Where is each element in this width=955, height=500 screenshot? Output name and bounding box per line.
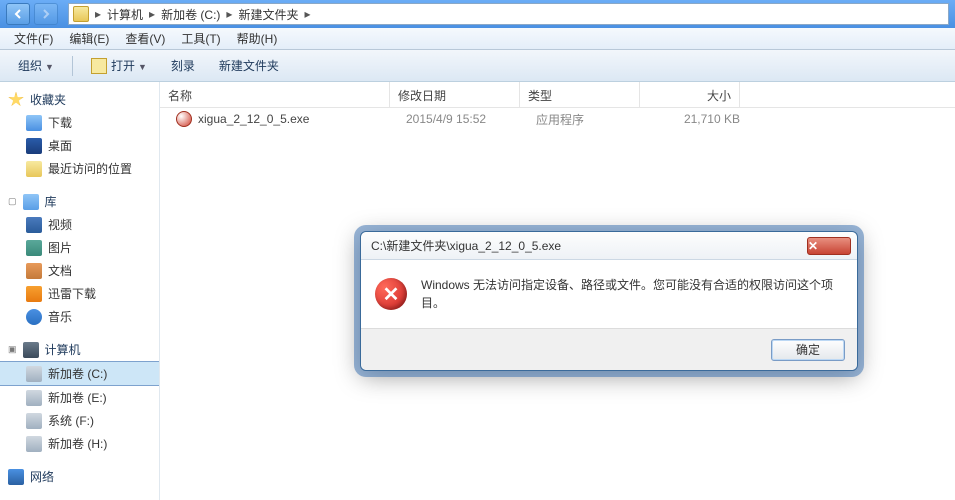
drive-icon bbox=[26, 390, 42, 406]
recent-icon bbox=[26, 161, 42, 177]
sidebar-group-computer: ▣计算机 新加卷 (C:) 新加卷 (E:) 系统 (F:) 新加卷 (H:) bbox=[0, 338, 159, 455]
dialog-footer: 确定 bbox=[361, 328, 857, 370]
toolbar: 组织▼ 打开▼ 刻录 新建文件夹 bbox=[0, 50, 955, 82]
breadcrumb-segment[interactable]: 新加卷 (C:) bbox=[157, 6, 224, 23]
menu-file[interactable]: 文件(F) bbox=[6, 28, 61, 49]
ok-button[interactable]: 确定 bbox=[771, 339, 845, 361]
sidebar-item-downloads[interactable]: 下载 bbox=[0, 111, 159, 134]
sidebar-item-desktop[interactable]: 桌面 bbox=[0, 134, 159, 157]
chevron-right-icon: ▸ bbox=[93, 7, 103, 21]
dialog-message: Windows 无法访问指定设备、路径或文件。您可能没有合适的权限访问这个项目。 bbox=[421, 276, 843, 312]
breadcrumb-segment[interactable]: 新建文件夹 bbox=[234, 6, 302, 23]
chevron-down-icon: ▼ bbox=[45, 62, 54, 72]
menu-tools[interactable]: 工具(T) bbox=[173, 28, 228, 49]
network-icon bbox=[8, 469, 24, 485]
sidebar-head-favorites[interactable]: 收藏夹 bbox=[0, 88, 159, 111]
menu-help[interactable]: 帮助(H) bbox=[229, 28, 286, 49]
sidebar-item-pictures[interactable]: 图片 bbox=[0, 236, 159, 259]
burn-button[interactable]: 刻录 bbox=[161, 53, 205, 78]
sidebar-group-network: 网络 bbox=[0, 465, 159, 488]
chevron-right-icon: ▸ bbox=[224, 7, 234, 21]
organize-button[interactable]: 组织▼ bbox=[8, 53, 64, 78]
sidebar-item-drive-h[interactable]: 新加卷 (H:) bbox=[0, 432, 159, 455]
cell-size: 21,710 KB bbox=[648, 110, 748, 128]
cell-name: xigua_2_12_0_5.exe bbox=[168, 109, 398, 129]
breadcrumb[interactable]: ▸ 计算机 ▸ 新加卷 (C:) ▸ 新建文件夹 ▸ bbox=[68, 3, 949, 25]
close-icon: ✕ bbox=[808, 239, 850, 253]
error-dialog: C:\新建文件夹\xigua_2_12_0_5.exe ✕ ✕ Windows … bbox=[360, 231, 858, 371]
sidebar-head-network[interactable]: 网络 bbox=[0, 465, 159, 488]
cell-type: 应用程序 bbox=[528, 109, 648, 130]
download-icon bbox=[26, 115, 42, 131]
sidebar-head-libraries[interactable]: ▢库 bbox=[0, 190, 159, 213]
sidebar-item-drive-c[interactable]: 新加卷 (C:) bbox=[0, 361, 159, 386]
sidebar-item-videos[interactable]: 视频 bbox=[0, 213, 159, 236]
open-button[interactable]: 打开▼ bbox=[81, 53, 157, 79]
sidebar-group-favorites: 收藏夹 下载 桌面 最近访问的位置 bbox=[0, 88, 159, 180]
folder-icon bbox=[73, 6, 89, 22]
video-icon bbox=[26, 217, 42, 233]
chevron-down-icon: ▼ bbox=[138, 62, 147, 72]
column-date[interactable]: 修改日期 bbox=[390, 82, 520, 107]
nav-forward-button[interactable] bbox=[34, 3, 58, 25]
sidebar-item-thunder[interactable]: 迅雷下载 bbox=[0, 282, 159, 305]
expand-icon: ▢ bbox=[8, 196, 17, 207]
library-icon bbox=[23, 194, 39, 210]
new-folder-button[interactable]: 新建文件夹 bbox=[209, 53, 289, 78]
sidebar-head-computer[interactable]: ▣计算机 bbox=[0, 338, 159, 361]
picture-icon bbox=[26, 240, 42, 256]
document-icon bbox=[26, 263, 42, 279]
thunder-icon bbox=[26, 286, 42, 302]
dialog-titlebar[interactable]: C:\新建文件夹\xigua_2_12_0_5.exe ✕ bbox=[361, 232, 857, 260]
table-row[interactable]: xigua_2_12_0_5.exe 2015/4/9 15:52 应用程序 2… bbox=[160, 108, 955, 130]
cell-date: 2015/4/9 15:52 bbox=[398, 110, 528, 128]
column-name[interactable]: 名称 bbox=[160, 82, 390, 107]
dialog-body: ✕ Windows 无法访问指定设备、路径或文件。您可能没有合适的权限访问这个项… bbox=[361, 260, 857, 328]
menu-view[interactable]: 查看(V) bbox=[117, 28, 173, 49]
sidebar-item-music[interactable]: 音乐 bbox=[0, 305, 159, 328]
collapse-icon: ▣ bbox=[8, 344, 17, 355]
dialog-title: C:\新建文件夹\xigua_2_12_0_5.exe bbox=[371, 237, 807, 254]
column-headers: 名称 修改日期 类型 大小 bbox=[160, 82, 955, 108]
computer-icon bbox=[23, 342, 39, 358]
sidebar: 收藏夹 下载 桌面 最近访问的位置 ▢库 视频 图片 文档 迅雷下载 音乐 ▣计… bbox=[0, 82, 160, 500]
drive-icon bbox=[26, 366, 42, 382]
chevron-right-icon: ▸ bbox=[147, 7, 157, 21]
sidebar-item-drive-e[interactable]: 新加卷 (E:) bbox=[0, 386, 159, 409]
nav-back-button[interactable] bbox=[6, 3, 30, 25]
star-icon bbox=[8, 92, 24, 108]
close-button[interactable]: ✕ bbox=[807, 237, 851, 255]
drive-icon bbox=[26, 436, 42, 452]
sidebar-item-recent[interactable]: 最近访问的位置 bbox=[0, 157, 159, 180]
separator bbox=[72, 56, 73, 76]
desktop-icon bbox=[26, 138, 42, 154]
music-icon bbox=[26, 309, 42, 325]
error-icon: ✕ bbox=[375, 278, 407, 310]
open-icon bbox=[91, 58, 107, 74]
menu-edit[interactable]: 编辑(E) bbox=[61, 28, 117, 49]
menubar: 文件(F) 编辑(E) 查看(V) 工具(T) 帮助(H) bbox=[0, 28, 955, 50]
drive-icon bbox=[26, 413, 42, 429]
titlebar: ▸ 计算机 ▸ 新加卷 (C:) ▸ 新建文件夹 ▸ bbox=[0, 0, 955, 28]
exe-icon bbox=[176, 111, 192, 127]
column-size[interactable]: 大小 bbox=[640, 82, 740, 107]
breadcrumb-segment[interactable]: 计算机 bbox=[103, 6, 147, 23]
column-type[interactable]: 类型 bbox=[520, 82, 640, 107]
sidebar-item-drive-f[interactable]: 系统 (F:) bbox=[0, 409, 159, 432]
sidebar-item-documents[interactable]: 文档 bbox=[0, 259, 159, 282]
sidebar-group-libraries: ▢库 视频 图片 文档 迅雷下载 音乐 bbox=[0, 190, 159, 328]
chevron-right-icon: ▸ bbox=[302, 7, 312, 21]
